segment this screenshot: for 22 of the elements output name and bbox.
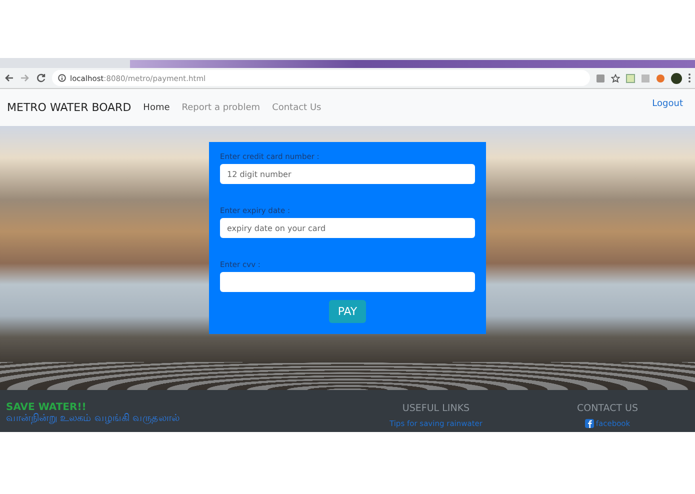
input-field[interactable]	[220, 272, 475, 292]
info-icon[interactable]	[58, 74, 66, 82]
pay-button[interactable]: PAY	[328, 300, 366, 323]
footer-heading: USEFUL LINKS	[402, 403, 470, 414]
footer-title: SAVE WATER!!	[6, 402, 88, 413]
input-field[interactable]: expiry date on your card	[220, 218, 475, 238]
forward-icon[interactable]	[20, 73, 30, 83]
menu-icon[interactable]	[688, 73, 691, 83]
browser-tab[interactable]	[130, 60, 695, 68]
input-field[interactable]: 12 digit number	[220, 164, 475, 184]
footer-heading: CONTACT US	[576, 403, 638, 414]
nav-link[interactable]: Contact Us	[272, 102, 322, 112]
footer-quote: வான்நின்று உலகம் வழங்கி வருதலால்	[6, 413, 181, 425]
brand-title: METRO WATER BOARD	[7, 101, 132, 114]
nav-link[interactable]: Home	[143, 102, 170, 112]
back-icon[interactable]	[4, 73, 14, 83]
reload-icon[interactable]	[36, 73, 46, 83]
star-icon[interactable]	[611, 74, 620, 82]
facebook-icon	[584, 419, 594, 428]
logout-link[interactable]: Logout	[652, 99, 683, 109]
avatar-icon[interactable]	[671, 72, 682, 84]
nav-link[interactable]: Report a problem	[182, 102, 260, 112]
